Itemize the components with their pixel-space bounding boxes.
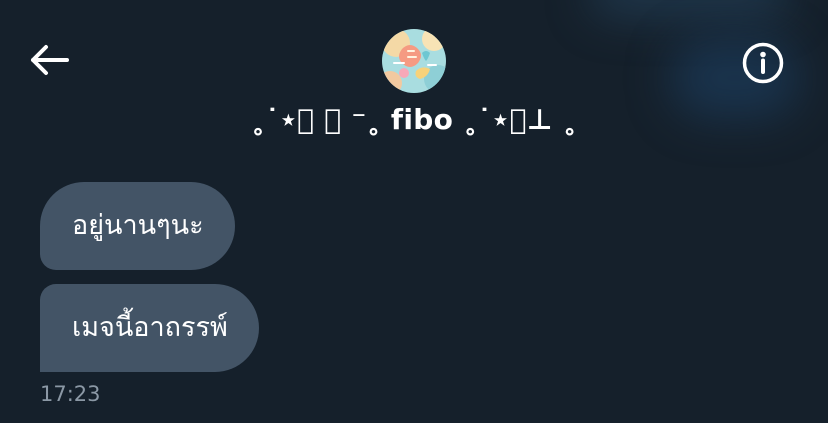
back-button[interactable] [26, 40, 72, 80]
arrow-left-icon [31, 45, 69, 75]
message-bubble[interactable]: อยู่นานๆนะ [40, 182, 235, 270]
conversation-avatar[interactable] [382, 29, 446, 93]
info-circle-icon [742, 42, 784, 84]
profile-avatar [382, 29, 446, 93]
conversation-name[interactable]: ˳˙⋆⃞ ⸝ ⁻˳ fibo ˳˙⋆⍝⊥ ˳ [200, 103, 628, 136]
background-glow [590, 0, 790, 16]
message-timestamp: 17:23 [40, 382, 101, 406]
info-button[interactable] [740, 40, 786, 86]
message-bubble[interactable]: เมจนี้อาถรรพ์ [40, 284, 259, 372]
